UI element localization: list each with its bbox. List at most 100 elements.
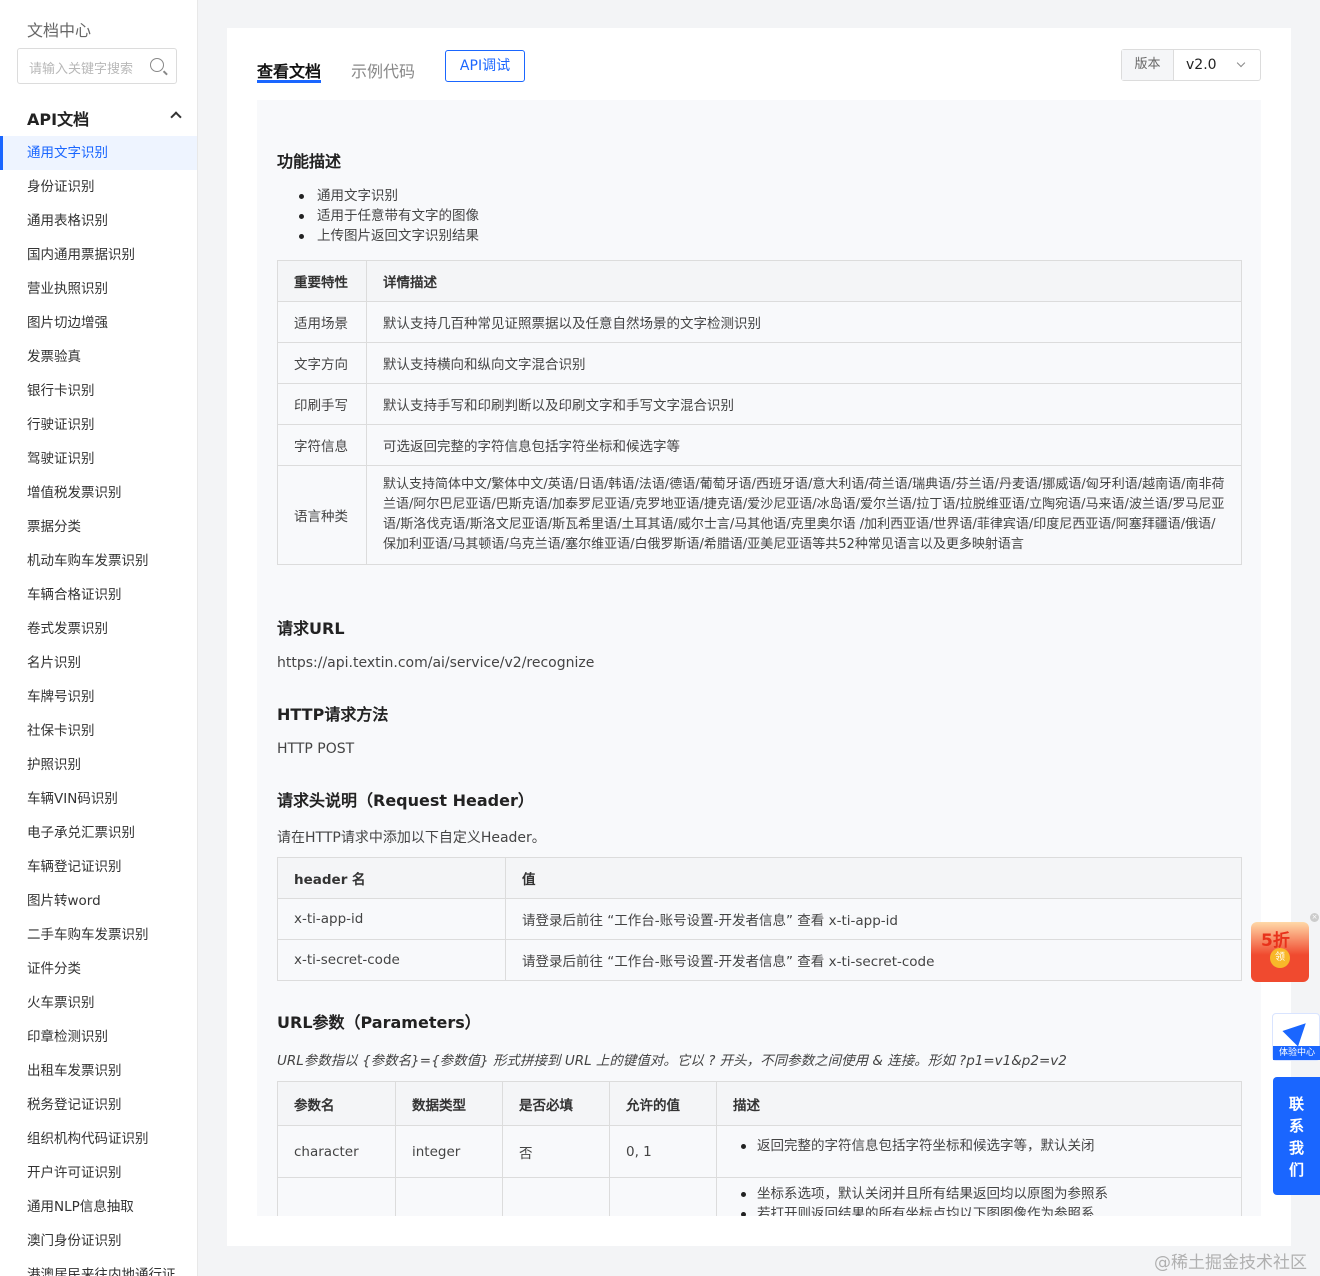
sidebar-item[interactable]: 证件分类 (0, 952, 197, 986)
table-cell: 适用场景 (277, 301, 367, 343)
sidebar-item[interactable]: 车牌号识别 (0, 680, 197, 714)
sidebar-item[interactable]: 图片切边增强 (0, 306, 197, 340)
promo-close-icon[interactable]: × (1310, 913, 1319, 922)
tab-docs[interactable]: 查看文档 (257, 58, 321, 82)
table-header: 允许的值 (609, 1081, 717, 1126)
sidebar-item[interactable]: 机动车购车发票识别 (0, 544, 197, 578)
list-item: 通用文字识别 (299, 186, 479, 206)
header-table: header 名值 x-ti-app-id 请登录后前往 “工作台-账号设置-开发… (277, 857, 1242, 981)
sidebar-item[interactable]: 组织机构代码证识别 (0, 1122, 197, 1156)
sidebar-item[interactable]: 澳门身份证识别 (0, 1224, 197, 1258)
table-cell: 文字方向 (277, 342, 367, 384)
sidebar-item[interactable]: 名片识别 (0, 646, 197, 680)
watermark: @稀土掘金技术社区 (1154, 1253, 1307, 1273)
sidebar-item[interactable]: 行驶证识别 (0, 408, 197, 442)
version-value: v2.0 (1186, 57, 1217, 73)
table-cell: 语言种类 (277, 465, 367, 565)
sidebar-item[interactable]: 卷式发票识别 (0, 612, 197, 646)
table-header: header 名 (277, 857, 506, 899)
sidebar-item[interactable]: 电子承兑汇票识别 (0, 816, 197, 850)
table-cell: 字符信息 (277, 424, 367, 466)
table-row: 文字方向 默认支持横向和纵向文字混合识别 (277, 342, 1242, 384)
table-header: 是否必填 (502, 1081, 610, 1126)
sidebar-section-api-docs[interactable]: API文档 (27, 106, 185, 129)
table-cell: 可选返回完整的字符信息包括字符坐标和候选字等 (366, 424, 1242, 466)
table-cell (277, 1177, 396, 1216)
sidebar-section-label: API文档 (27, 110, 90, 129)
table-cell: x-ti-app-id (277, 898, 506, 940)
sidebar-item[interactable]: 车辆登记证识别 (0, 850, 197, 884)
main-card: 查看文档 示例代码 API调试 版本 v2.0 功能描述 通用文字识别 适用于任… (227, 28, 1291, 1246)
sidebar-item[interactable]: 增值税发票识别 (0, 476, 197, 510)
sidebar-item[interactable]: 开户许可证识别 (0, 1156, 197, 1190)
chevron-up-icon[interactable] (170, 111, 182, 123)
sidebar-item[interactable]: 税务登记证识别 (0, 1088, 197, 1122)
params-desc: URL参数指以 {参数名}={参数值} 形式拼接到 URL 上的键值对。它以 ?… (277, 1053, 1067, 1069)
version-select[interactable]: 版本 v2.0 (1121, 49, 1261, 81)
sidebar-item[interactable]: 印章检测识别 (0, 1020, 197, 1054)
search-icon[interactable] (150, 58, 164, 72)
promo-coin-icon: 领 (1270, 948, 1290, 968)
tab-example-code[interactable]: 示例代码 (351, 58, 415, 82)
sidebar-item[interactable]: 身份证识别 (0, 170, 197, 204)
sidebar-item[interactable]: 国内通用票据识别 (0, 238, 197, 272)
contact-us-label: 联系我们 (1288, 1095, 1304, 1179)
table-cell: 请登录后前往 “工作台-账号设置-开发者信息” 查看 x-ti-secret-c… (505, 939, 1242, 981)
request-method: HTTP POST (277, 741, 355, 757)
table-header: 参数名 (277, 1081, 396, 1126)
table-row: 印刷手写 默认支持手写和印刷判断以及印刷文字和手写文字混合识别 (277, 383, 1242, 425)
list-item: 返回完整的字符信息包括字符坐标和候选字等，默认关闭 (717, 1136, 1241, 1156)
sidebar-item[interactable]: 二手车购车发票识别 (0, 918, 197, 952)
table-cell: 否 (502, 1125, 610, 1178)
promo-badge[interactable]: 5折 领 (1251, 922, 1309, 982)
sidebar-title: 文档中心 (27, 21, 92, 40)
sidebar-item[interactable]: 通用表格识别 (0, 204, 197, 238)
experience-center-label: 体验中心 (1273, 1046, 1320, 1060)
table-row: character integer 否 0, 1 返回完整的字符信息包括字符坐标… (277, 1125, 1242, 1178)
sidebar-item[interactable]: 车辆合格证识别 (0, 578, 197, 612)
table-header: 重要特性 (277, 260, 367, 302)
table-cell: 印刷手写 (277, 383, 367, 425)
sidebar-item[interactable]: 社保卡识别 (0, 714, 197, 748)
sidebar-item[interactable]: 火车票识别 (0, 986, 197, 1020)
version-label: 版本 (1122, 50, 1174, 80)
table-header: 值 (505, 857, 1242, 899)
table-header: 详情描述 (366, 260, 1242, 302)
feature-table: 重要特性 详情描述 适用场景 默认支持几百种常见证照票据以及任意自然场景的文字检测识… (277, 260, 1242, 565)
table-cell: 坐标系选项，默认关闭并且所有结果返回均以原图为参照系 若打开则返回结果的所有坐标… (716, 1177, 1242, 1216)
sidebar-item[interactable]: 港澳居民来往内地通行证 (0, 1258, 197, 1276)
table-cell: 默认支持手写和印刷判断以及印刷文字和手写文字混合识别 (366, 383, 1242, 425)
table-row: x-ti-app-id 请登录后前往 “工作台-账号设置-开发者信息” 查看 x-… (277, 898, 1242, 940)
table-cell: 请登录后前往 “工作台-账号设置-开发者信息” 查看 x-ti-app-id (505, 898, 1242, 940)
section-title-function: 功能描述 (277, 152, 342, 171)
sidebar-item[interactable]: 护照识别 (0, 748, 197, 782)
header-desc: 请在HTTP请求中添加以下自定义Header。 (277, 830, 546, 846)
sidebar-item[interactable]: 车辆VIN码识别 (0, 782, 197, 816)
sidebar-item[interactable]: 通用NLP信息抽取 (0, 1190, 197, 1224)
table-cell (395, 1177, 503, 1216)
promo-text: 5折 (1261, 931, 1290, 951)
sidebar-item[interactable]: 通用文字识别 (0, 136, 197, 170)
chevron-down-icon[interactable] (1236, 58, 1246, 68)
table-cell: 默认支持简体中文/繁体中文/英语/日语/韩语/法语/德语/葡萄牙语/西班牙语/意… (366, 465, 1242, 565)
search-input[interactable]: 请输入关键字搜索 (17, 48, 177, 84)
section-title-url: 请求URL (277, 619, 345, 638)
sidebar: 文档中心 请输入关键字搜索 API文档 通用文字识别 身份证识别 通用表格识别 国内通… (0, 0, 198, 1276)
section-title-params: URL参数（Parameters） (277, 1013, 481, 1032)
list-item: 若打开则返回结果的所有坐标点均以下图图像作为参照系 (717, 1204, 1241, 1216)
section-title-header: 请求头说明（Request Header） (277, 791, 534, 810)
sidebar-item[interactable]: 出租车发票识别 (0, 1054, 197, 1088)
experience-center-button[interactable]: 体验中心 (1272, 1013, 1320, 1061)
sidebar-item[interactable]: 驾驶证识别 (0, 442, 197, 476)
sidebar-item[interactable]: 票据分类 (0, 510, 197, 544)
api-debug-button[interactable]: API调试 (445, 50, 525, 82)
table-row: 适用场景 默认支持几百种常见证照票据以及任意自然场景的文字检测识别 (277, 301, 1242, 343)
contact-us-button[interactable]: 联系我们 (1273, 1077, 1320, 1195)
list-item: 上传图片返回文字识别结果 (299, 226, 479, 246)
sidebar-item[interactable]: 营业执照识别 (0, 272, 197, 306)
sidebar-item[interactable]: 发票验真 (0, 340, 197, 374)
table-cell: character (277, 1125, 396, 1178)
sidebar-item[interactable]: 图片转word (0, 884, 197, 918)
request-url: https://api.textin.com/ai/service/v2/rec… (277, 655, 595, 671)
sidebar-item[interactable]: 银行卡识别 (0, 374, 197, 408)
